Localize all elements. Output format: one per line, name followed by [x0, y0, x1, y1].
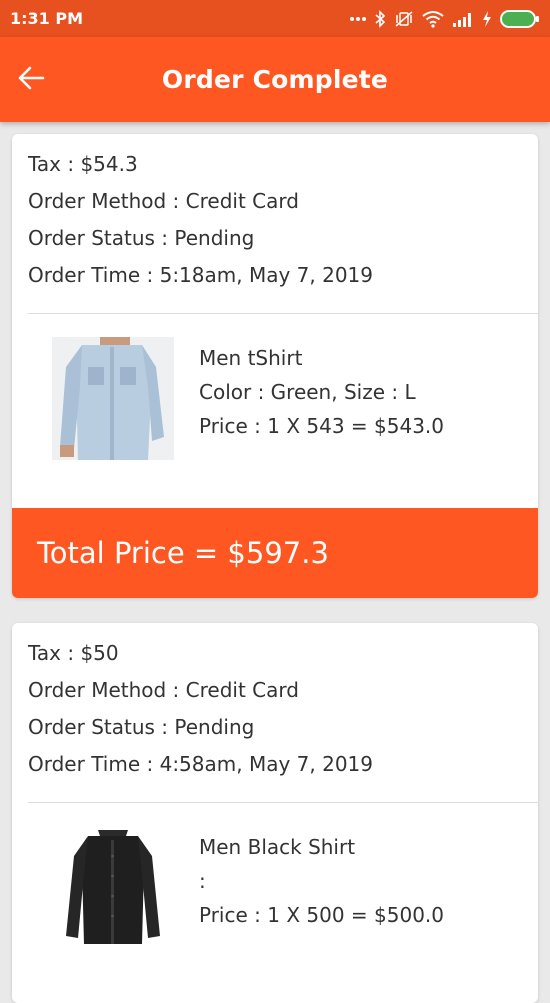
item-details: Men tShirt Color : Green, Size : L Price…: [199, 344, 444, 446]
order-status: Order Status : Pending: [28, 715, 255, 739]
wifi-icon: [422, 10, 444, 28]
status-time: 1:31 PM: [10, 9, 84, 28]
signal-icon: [452, 11, 474, 27]
item-price: Price : 1 X 500 = $500.0: [199, 903, 445, 927]
status-icons: [350, 9, 540, 28]
status-bar: 1:31 PM: [0, 0, 550, 37]
bluetooth-icon: [374, 9, 386, 28]
item-details: Men Black Shirt : Price : 1 X 500 = $500…: [199, 833, 444, 935]
battery-icon: [500, 9, 540, 28]
divider: [28, 802, 538, 803]
order-method: Order Method : Credit Card: [28, 189, 299, 213]
order-card: Tax : $50 Order Method : Credit Card Ord…: [12, 623, 538, 1003]
order-status: Order Status : Pending: [28, 226, 255, 250]
item-options: Color : Green, Size : L: [199, 380, 416, 404]
order-tax: Tax : $54.3: [28, 152, 138, 176]
order-card: Tax : $54.3 Order Method : Credit Card O…: [12, 134, 538, 598]
total-price: Total Price = $597.3: [37, 536, 329, 570]
order-info: Tax : $54.3 Order Method : Credit Card O…: [12, 134, 538, 298]
order-tax: Tax : $50: [28, 641, 119, 665]
app-bar: Order Complete: [0, 37, 550, 122]
item-options: :: [199, 869, 206, 893]
item-price: Price : 1 X 543 = $543.0: [199, 414, 445, 438]
back-button[interactable]: [14, 63, 48, 97]
total-price-bar: Total Price = $597.3: [12, 508, 538, 598]
arrow-back-icon: [17, 64, 45, 97]
order-time: Order Time : 5:18am, May 7, 2019: [28, 263, 373, 287]
order-item[interactable]: Men Black Shirt : Price : 1 X 500 = $500…: [12, 823, 538, 953]
order-item[interactable]: Men tShirt Color : Green, Size : L Price…: [12, 334, 538, 464]
charging-icon: [482, 10, 492, 27]
item-name: Men Black Shirt: [199, 835, 356, 859]
vibrate-icon: [394, 10, 414, 28]
order-method: Order Method : Credit Card: [28, 678, 299, 702]
order-info: Tax : $50 Order Method : Credit Card Ord…: [12, 623, 538, 787]
order-time: Order Time : 4:58am, May 7, 2019: [28, 752, 373, 776]
item-name: Men tShirt: [199, 346, 303, 370]
black-shirt-image: [52, 826, 174, 949]
more-dots-icon: [350, 16, 366, 22]
page-title: Order Complete: [161, 65, 389, 94]
divider: [28, 313, 538, 314]
light-denim-shirt-image: [52, 337, 174, 460]
